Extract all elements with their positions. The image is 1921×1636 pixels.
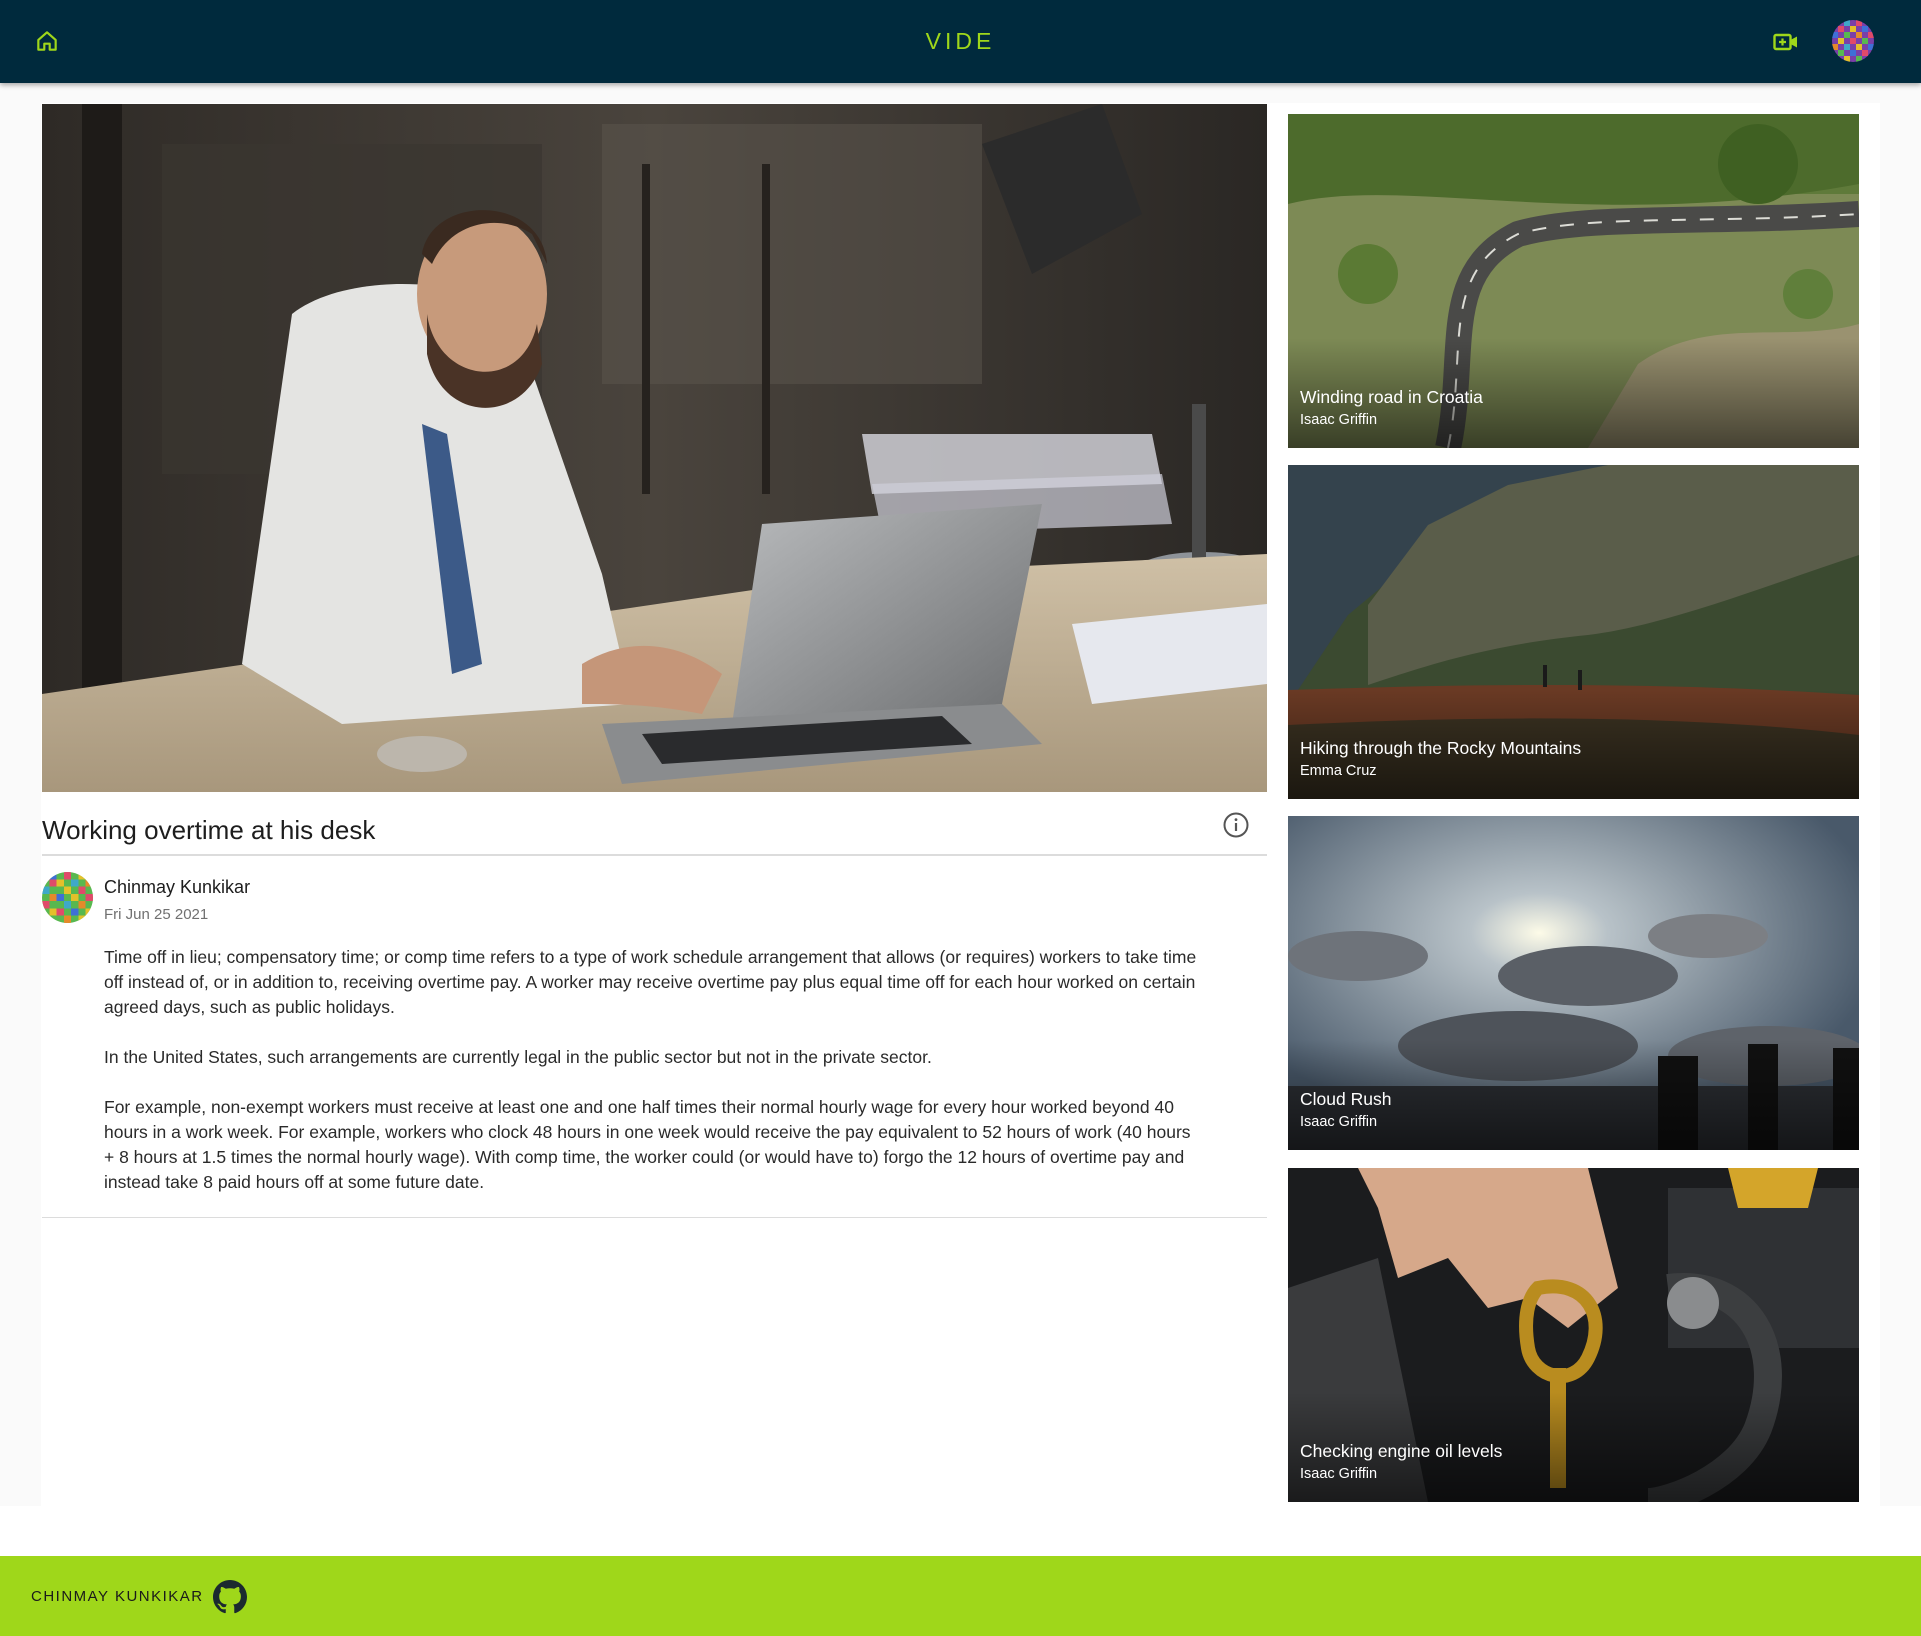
author-avatar[interactable]	[42, 872, 93, 923]
related-video-title: Checking engine oil levels	[1300, 1441, 1503, 1461]
video-title: Working overtime at his desk	[42, 815, 376, 845]
post-date: Fri Jun 25 2021	[104, 906, 209, 923]
main-video-player[interactable]	[42, 104, 1267, 792]
user-avatar	[1832, 20, 1874, 62]
info-icon	[1223, 812, 1249, 838]
home-icon	[37, 31, 57, 51]
related-video-author: Emma Cruz	[1300, 763, 1377, 779]
video-frame-office	[42, 104, 1267, 792]
github-link[interactable]	[213, 1580, 247, 1614]
related-video-card[interactable]: Checking engine oil levels Isaac Griffin	[1288, 1168, 1859, 1502]
description-divider	[42, 1217, 1267, 1218]
author-avatar-image	[42, 872, 93, 923]
related-video-card[interactable]: Hiking through the Rocky Mountains Emma …	[1288, 465, 1859, 799]
author-name[interactable]: Chinmay Kunkikar	[104, 877, 250, 898]
app-title: VIDE	[925, 28, 996, 54]
upload-video-button[interactable]	[1769, 25, 1803, 59]
related-video-title: Winding road in Croatia	[1300, 387, 1483, 407]
info-button[interactable]	[1220, 809, 1252, 841]
related-video-author: Isaac Griffin	[1300, 412, 1378, 428]
title-divider	[42, 854, 1267, 856]
footer: CHINMAY KUNKIKAR	[0, 1556, 1921, 1636]
description-paragraph: Time off in lieu; compensatory time; or …	[104, 947, 1197, 1017]
home-button[interactable]	[28, 22, 66, 60]
related-video-card[interactable]: Cloud Rush Isaac Griffin	[1288, 816, 1859, 1150]
video-description: Time off in lieu; compensatory time; or …	[104, 945, 1204, 1220]
video-add-icon	[1773, 33, 1797, 51]
user-avatar-button[interactable]	[1832, 20, 1874, 62]
related-video-title: Cloud Rush	[1300, 1089, 1392, 1109]
app-bar: VIDE	[0, 0, 1921, 83]
related-video-author: Isaac Griffin	[1300, 1114, 1378, 1130]
related-video-card[interactable]: Winding road in Croatia Isaac Griffin	[1288, 114, 1859, 448]
related-video-title: Hiking through the Rocky Mountains	[1300, 738, 1582, 758]
related-video-author: Isaac Griffin	[1300, 1466, 1378, 1482]
github-icon	[213, 1580, 247, 1614]
footer-author-name: CHINMAY KUNKIKAR	[31, 1587, 204, 1605]
description-paragraph: For example, non-exempt workers must rec…	[104, 1097, 1191, 1192]
description-paragraph: In the United States, such arrangements …	[104, 1047, 932, 1067]
